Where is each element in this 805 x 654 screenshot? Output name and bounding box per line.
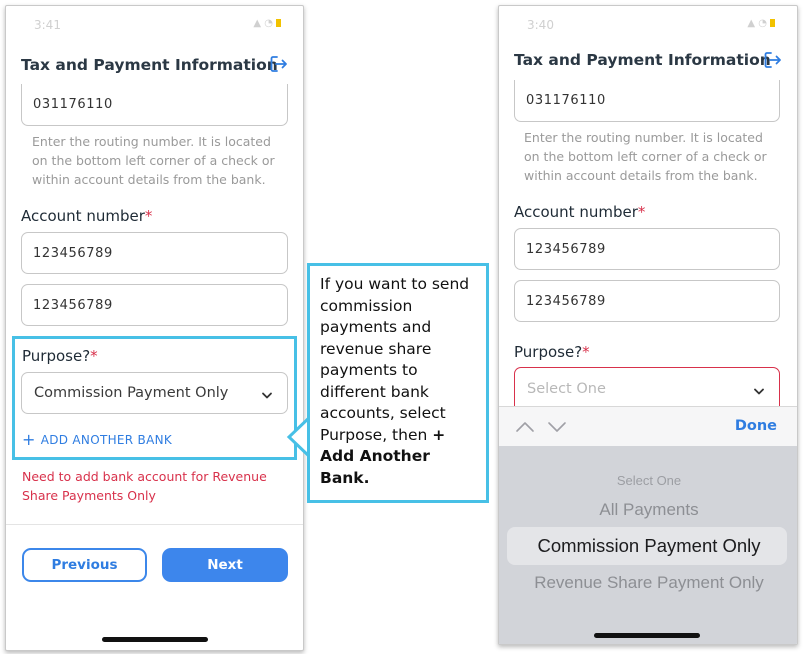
picker-toolbar: Done (499, 406, 797, 446)
purpose-select[interactable]: Select One (514, 367, 780, 409)
status-time: 3:41 (34, 18, 61, 32)
right-phone-screen: 3:40 ▲ ◔ Tax and Payment Information 031… (498, 5, 798, 645)
confirm-account-number-input[interactable]: 123456789 (514, 280, 780, 322)
status-time: 3:40 (527, 18, 554, 32)
picker-option[interactable]: Revenue Share Payment Only (499, 573, 797, 593)
routing-number-input[interactable]: 031176110 (514, 80, 780, 122)
battery-icon (276, 19, 281, 27)
routing-number-value: 031176110 (33, 97, 113, 112)
account-number-label: Account number* (514, 203, 646, 221)
account-number-input[interactable]: 123456789 (21, 232, 288, 274)
picker-option-selected[interactable]: Commission Payment Only (499, 535, 797, 557)
routing-number-input[interactable]: 031176110 (21, 84, 288, 126)
logout-icon[interactable] (762, 49, 784, 71)
page-title: Tax and Payment Information (514, 51, 771, 69)
account-number-label: Account number* (21, 207, 153, 225)
home-indicator (594, 633, 700, 638)
next-button[interactable]: Next (162, 548, 288, 582)
status-icons: ▲ ◔ (253, 18, 281, 29)
confirm-account-number-input[interactable]: 123456789 (21, 284, 288, 326)
status-icons: ▲ ◔ (747, 18, 775, 29)
footer-divider (6, 524, 303, 525)
done-button[interactable]: Done (735, 418, 777, 434)
logout-icon[interactable] (268, 53, 290, 75)
previous-button[interactable]: Previous (22, 548, 147, 582)
purpose-picker-wheel[interactable]: Select One All Payments Commission Payme… (499, 446, 797, 644)
account-number-input[interactable]: 123456789 (514, 228, 780, 270)
battery-icon (770, 19, 775, 27)
picker-option[interactable]: All Payments (499, 500, 797, 520)
picker-option[interactable]: Select One (499, 473, 797, 488)
chevron-up-icon[interactable] (515, 420, 535, 434)
error-message: Need to add bank account for Revenue Sha… (22, 469, 267, 503)
page-title: Tax and Payment Information (21, 56, 278, 74)
routing-help-text: Enter the routing number. It is located … (32, 134, 275, 187)
chevron-down-icon[interactable] (547, 420, 567, 434)
purpose-label: Purpose?* (514, 343, 590, 361)
chevron-down-icon (754, 388, 764, 394)
routing-help-text: Enter the routing number. It is located … (524, 130, 767, 183)
purpose-highlight-box (12, 336, 297, 460)
left-phone-screen: 3:41 ▲ ◔ Tax and Payment Information 031… (5, 5, 304, 651)
instruction-callout: If you want to send commission payments … (307, 263, 489, 503)
home-indicator (102, 637, 208, 642)
callout-text: If you want to send commission payments … (320, 275, 470, 444)
